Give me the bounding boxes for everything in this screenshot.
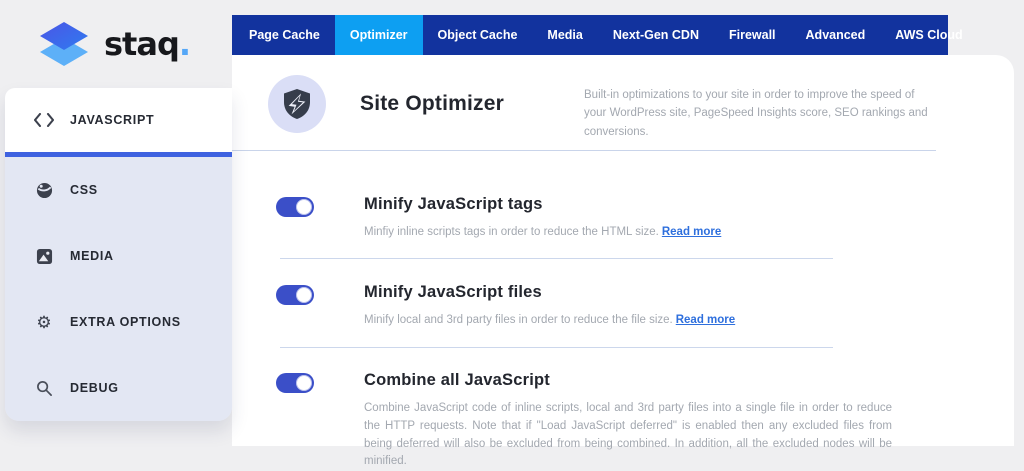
setting-description-text: Minify local and 3rd party files in orde…	[364, 314, 673, 326]
sidebar-item-javascript[interactable]: JAVASCRIPT	[5, 88, 232, 152]
setting-description: Combine JavaScript code of inline script…	[364, 402, 892, 468]
gear-icon: ⚙	[36, 312, 52, 332]
logo-text: staq.	[104, 25, 191, 63]
tab-firewall[interactable]: Firewall	[714, 15, 791, 55]
minify-js-tags-toggle[interactable]	[276, 197, 314, 217]
setting-combine-all-js: Combine all JavaScript Combine JavaScrip…	[276, 371, 896, 471]
tab-object-cache[interactable]: Object Cache	[423, 15, 533, 55]
toggle-knob	[296, 199, 312, 215]
sidebar-item-debug[interactable]: DEBUG	[5, 355, 232, 421]
sidebar-item-extra-options[interactable]: ⚙ EXTRA OPTIONS	[5, 289, 232, 355]
tab-optimizer[interactable]: Optimizer	[334, 15, 423, 55]
setting-description: Minify local and 3rd party files in orde…	[364, 312, 896, 330]
magnifier-icon	[33, 380, 55, 397]
page-title: Site Optimizer	[360, 92, 504, 115]
setting-description-text: Minfiy inline scripts tags in order to r…	[364, 226, 659, 238]
image-icon	[33, 248, 55, 265]
tab-aws-cloud[interactable]: AWS Cloud	[880, 15, 977, 55]
minify-js-files-toggle[interactable]	[276, 285, 314, 305]
css-ball-icon	[33, 182, 55, 199]
header-divider	[232, 150, 936, 151]
shield-bolt-icon	[284, 89, 310, 119]
optimizer-badge	[268, 75, 326, 133]
read-more-link[interactable]: Read more	[662, 226, 721, 238]
setting-minify-js-tags: Minify JavaScript tags Minfiy inline scr…	[276, 195, 896, 242]
sidebar-item-label: CSS	[70, 183, 98, 197]
toggle-knob	[296, 375, 312, 391]
sidebar-item-media[interactable]: MEDIA	[5, 223, 232, 289]
setting-title: Minify JavaScript files	[364, 283, 542, 301]
setting-title: Combine all JavaScript	[364, 371, 550, 389]
sidebar-items: CSS MEDIA ⚙ EXTRA OPTIONS DEBUG	[5, 157, 232, 421]
page-description: Built-in optimizations to your site in o…	[584, 89, 928, 138]
main-panel: Site Optimizer Built-in optimizations to…	[232, 55, 1014, 467]
logo: staq.	[0, 0, 232, 88]
sidebar-item-css[interactable]: CSS	[5, 157, 232, 223]
toggle-knob	[296, 287, 312, 303]
code-icon	[33, 113, 55, 127]
sidebar-item-label: JAVASCRIPT	[70, 113, 155, 127]
row-divider	[280, 347, 833, 348]
sidebar-item-label: DEBUG	[70, 381, 119, 395]
tab-advanced[interactable]: Advanced	[791, 15, 881, 55]
sidebar-item-label: MEDIA	[70, 249, 114, 263]
read-more-link[interactable]: Read more	[676, 314, 735, 326]
combine-all-js-toggle[interactable]	[276, 373, 314, 393]
setting-minify-js-files: Minify JavaScript files Minify local and…	[276, 283, 896, 330]
logo-dot: .	[178, 25, 191, 63]
top-navbar: Page Cache Optimizer Object Cache Media …	[232, 15, 963, 55]
layers-icon	[40, 22, 88, 66]
sidebar: JAVASCRIPT CSS MEDIA ⚙ EXTRA OPTIONS DEB…	[5, 88, 232, 421]
setting-title: Minify JavaScript tags	[364, 195, 543, 213]
setting-description: Minfiy inline scripts tags in order to r…	[364, 224, 896, 242]
tab-page-cache[interactable]: Page Cache	[234, 15, 335, 55]
row-divider	[280, 258, 833, 259]
tab-next-gen-cdn[interactable]: Next-Gen CDN	[598, 15, 714, 55]
sidebar-item-label: EXTRA OPTIONS	[70, 315, 181, 329]
tab-media[interactable]: Media	[532, 15, 597, 55]
